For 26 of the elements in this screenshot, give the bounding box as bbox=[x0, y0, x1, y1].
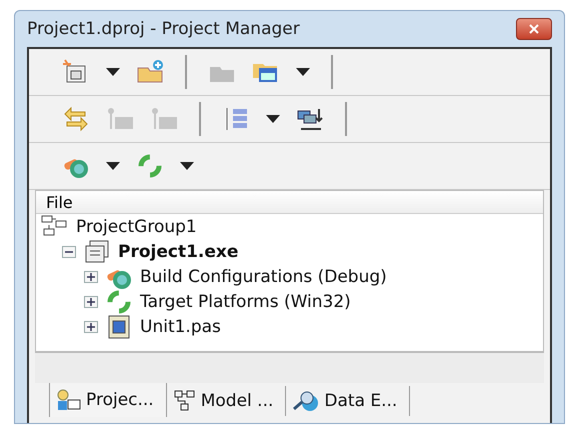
tree-item-label[interactable]: Target Platforms (Win32) bbox=[140, 292, 351, 312]
database-search-icon bbox=[292, 389, 320, 413]
panel-tab[interactable]: Data E... bbox=[286, 386, 410, 416]
expand-toggle[interactable] bbox=[84, 320, 98, 332]
window-title: Project1.dproj - Project Manager bbox=[27, 19, 300, 39]
caret-icon bbox=[106, 162, 120, 170]
close-button[interactable] bbox=[516, 18, 552, 40]
tree-item-label[interactable]: Build Configurations (Debug) bbox=[140, 266, 387, 286]
caret-icon bbox=[106, 68, 120, 76]
close-icon bbox=[529, 24, 539, 34]
tree-item-label[interactable]: Unit1.pas bbox=[140, 316, 221, 336]
plus-icon bbox=[87, 322, 95, 330]
expand-toggle[interactable] bbox=[84, 270, 98, 282]
caret-icon bbox=[266, 115, 280, 123]
collapse-toggle[interactable] bbox=[62, 246, 76, 258]
tree-item-label[interactable]: Project1.exe bbox=[118, 242, 238, 262]
panel-tab[interactable]: Model ... bbox=[166, 386, 286, 416]
person-folder-icon bbox=[56, 388, 82, 412]
tree-item-label[interactable]: ProjectGroup1 bbox=[76, 216, 197, 236]
caret-icon bbox=[180, 162, 194, 170]
plus-icon bbox=[87, 272, 95, 280]
caret-icon bbox=[296, 68, 310, 76]
diagram-icon bbox=[172, 389, 197, 413]
panel-tab[interactable]: Projec... bbox=[49, 383, 167, 417]
plus-icon bbox=[87, 298, 95, 306]
expand-toggle[interactable] bbox=[84, 296, 98, 308]
